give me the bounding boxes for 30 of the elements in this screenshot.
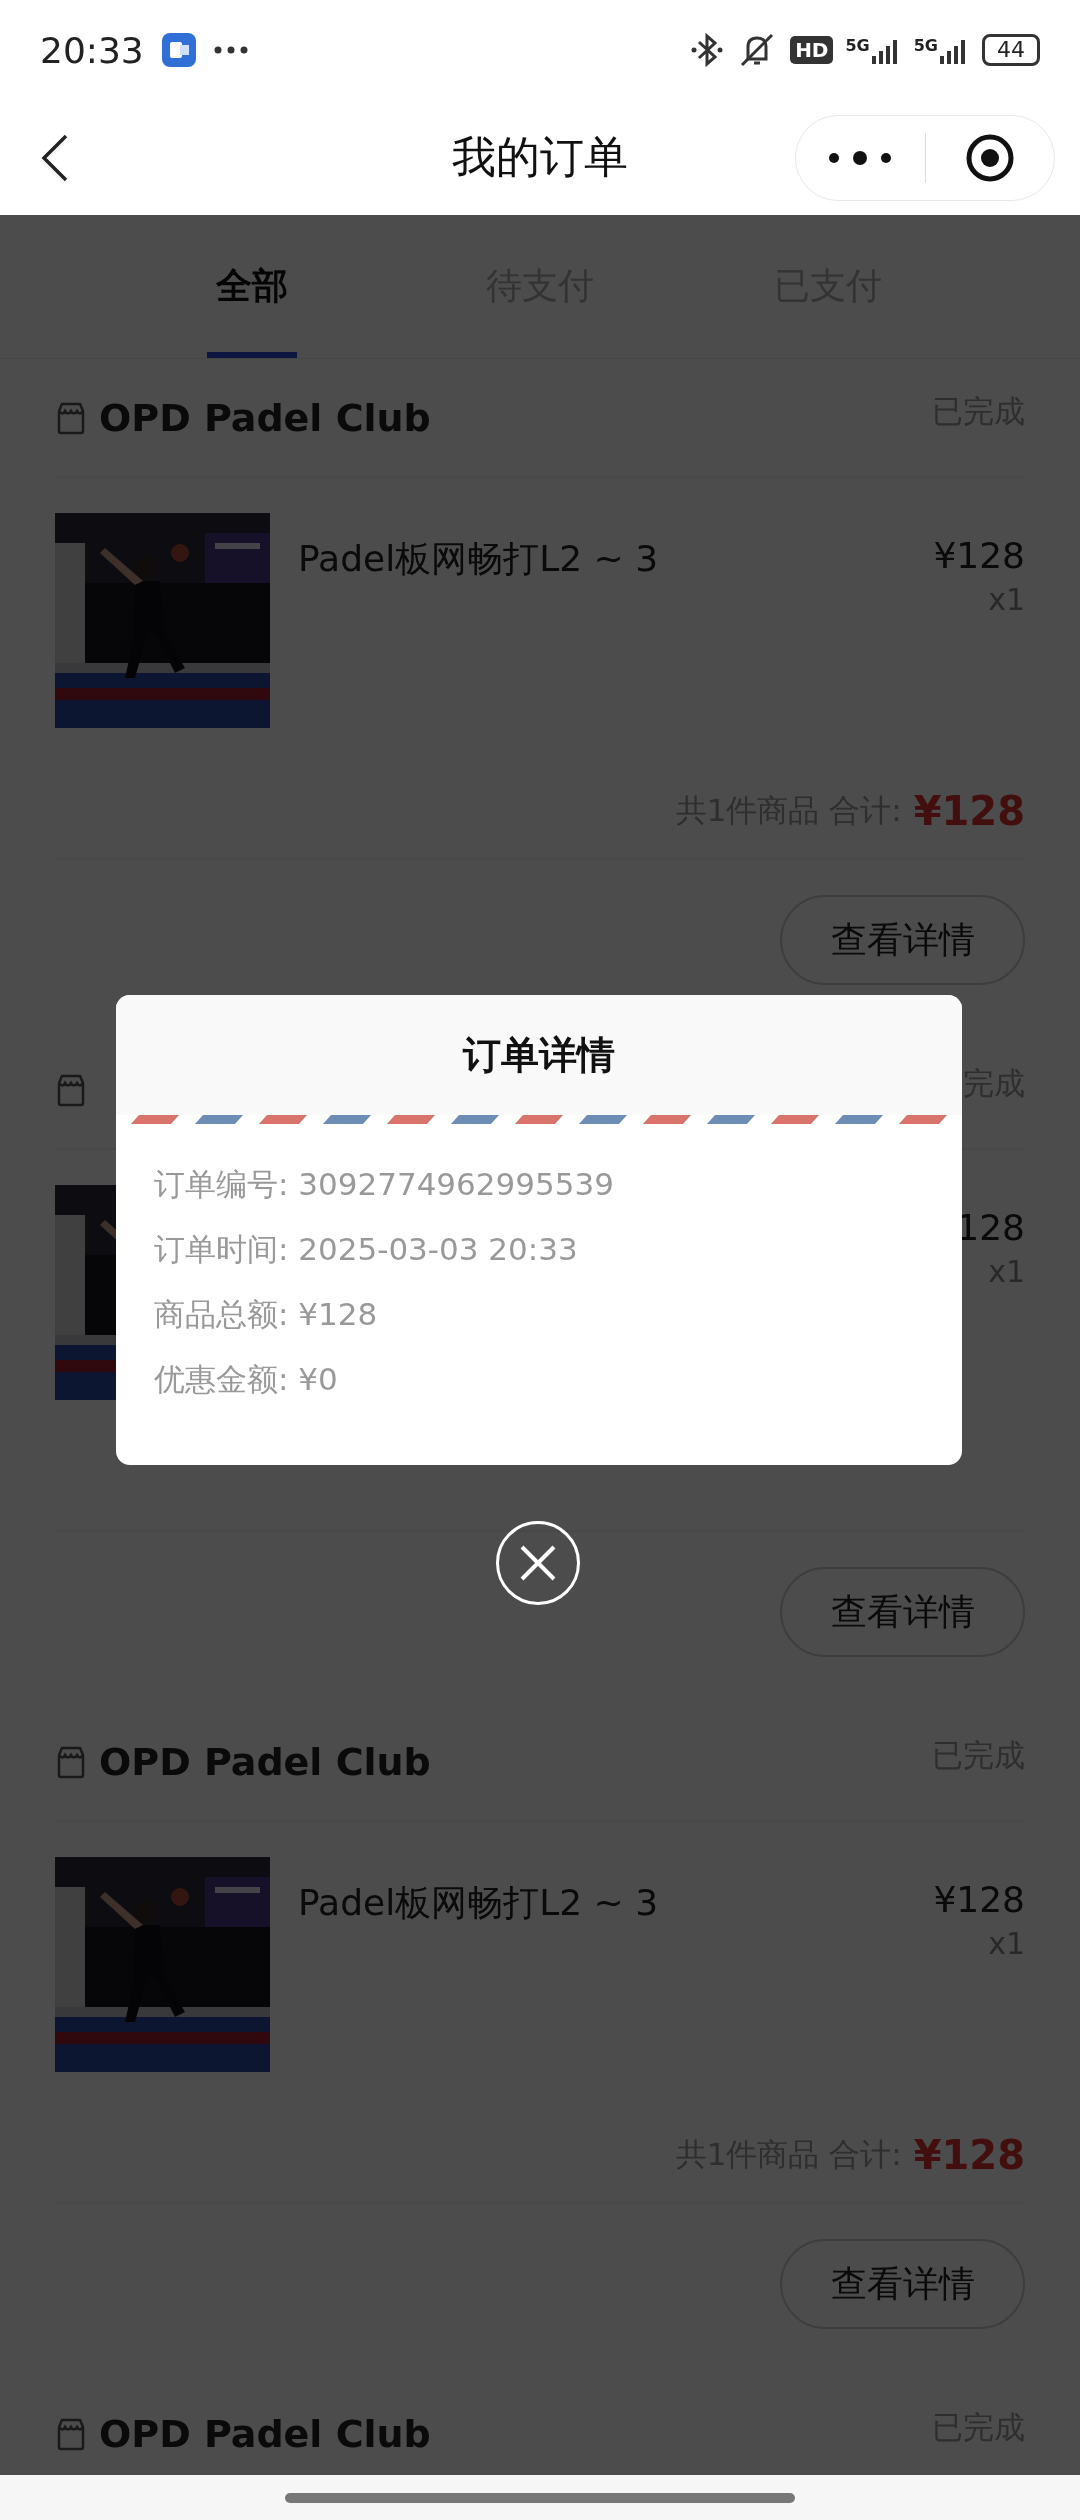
product-price: ¥128	[933, 535, 1025, 576]
back-icon[interactable]	[40, 133, 70, 182]
status-time: 20:33	[40, 29, 144, 71]
dialog-title: 订单详情	[463, 1031, 615, 1079]
store-name: OPD Padel Club	[99, 395, 431, 440]
product-price: ¥128	[933, 1879, 1025, 1920]
hd-badge: HD	[790, 36, 834, 64]
battery-level: 44	[982, 34, 1040, 66]
close-target-icon[interactable]	[964, 132, 1015, 183]
total-amount: ¥128	[913, 787, 1025, 834]
close-button[interactable]	[496, 1521, 580, 1605]
detail-line: 订单时间: 2025-03-03 20:33	[154, 1230, 579, 1269]
network-label: 5G	[845, 36, 870, 55]
more-icon[interactable]	[827, 150, 894, 165]
home-indicator[interactable]	[285, 2492, 795, 2503]
network-label: 5G	[913, 36, 938, 55]
store-name: OPD Padel Club	[99, 1739, 431, 1784]
bluetooth-icon	[690, 32, 725, 68]
detail-line: 优惠金额: ¥0	[154, 1360, 339, 1399]
store-name: OPD Padel Club	[99, 2411, 431, 2456]
detail-line: 商品总额: ¥128	[154, 1295, 379, 1334]
total-amount: ¥128	[913, 2131, 1025, 2178]
app-notification-icon	[161, 33, 196, 67]
more-icon	[213, 46, 248, 54]
page-title: 我的订单	[452, 130, 628, 184]
product-price: 128	[956, 1207, 1025, 1248]
product-name: Padel板网畅打L2 ~ 3	[298, 537, 659, 581]
detail-line: 订单编号: 3092774962995539	[154, 1165, 615, 1204]
close-icon	[518, 1543, 558, 1583]
product-name: Padel板网畅打L2 ~ 3	[298, 1881, 659, 1925]
